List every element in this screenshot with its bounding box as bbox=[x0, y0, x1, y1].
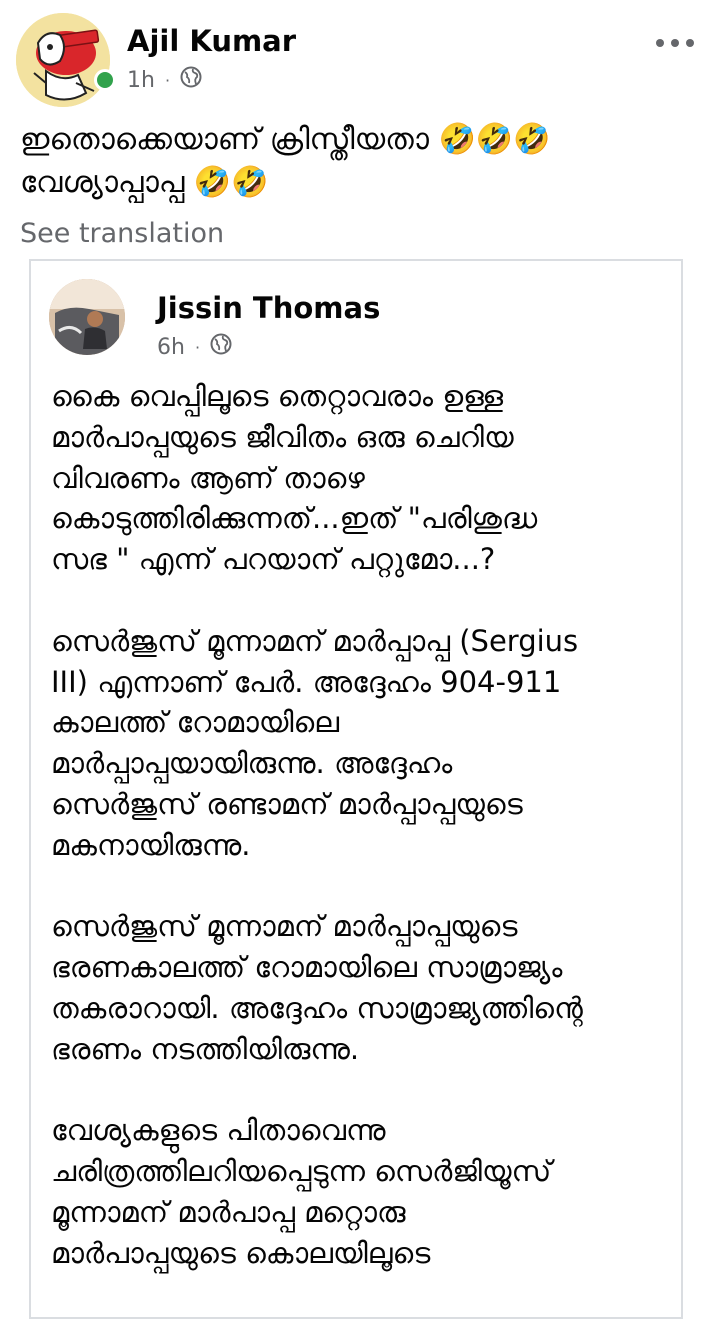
shared-post-body: കൈ വെപ്പിലൂടെ തെറ്റാവരാം ഉള്ള മാര്‍പാപ്പ… bbox=[51, 376, 671, 1314]
shared-text-line: സെര്‍ജുസ് മൂന്നാമന് മാര്‍പ്പാപ്പ (Sergiu… bbox=[51, 623, 579, 658]
avatar-image bbox=[49, 279, 125, 355]
shared-text-line: തകരാറായി. അദ്ദേഹം സാമ്രാജ്യത്തിന്റെ bbox=[51, 990, 583, 1025]
shared-paragraph: സെര്‍ജുസ് മൂന്നാമന് മാര്‍പ്പാപ്പ (Sergiu… bbox=[51, 621, 671, 866]
shared-text-line: ഭരണം നടത്തിയിരുന്നു. bbox=[51, 1031, 360, 1066]
more-options-icon bbox=[656, 39, 694, 47]
meta-separator: · bbox=[164, 70, 171, 90]
shared-text-line: സെര്‍ജുസ് മൂന്നാമന് മാര്‍പ്പാപ്പയുടെ bbox=[51, 909, 518, 944]
see-translation-link[interactable]: See translation bbox=[20, 218, 224, 249]
shared-text-line: സഭ " എന്ന് പറയാന് പറ്റുമോ...? bbox=[51, 542, 496, 577]
shared-text-line: മകനായിരുന്നു. bbox=[51, 827, 251, 862]
shared-paragraph: സെര്‍ജുസ് മൂന്നാമന് മാര്‍പ്പാപ്പയുടെ ഭരണ… bbox=[51, 906, 671, 1069]
shared-text-line: വിവരണം ആണ് താഴെ bbox=[51, 460, 365, 495]
shared-author-name[interactable]: Jissin Thomas bbox=[157, 291, 380, 325]
shared-post-card[interactable]: Jissin Thomas 6h · കൈ വെപ്പിലൂടെ തെറ്റാവ… bbox=[29, 259, 683, 1319]
shared-paragraph: വേശ്യകളുടെ പിതാവെന്നു ചരിത്രത്തിലറിയപ്പെ… bbox=[51, 1110, 671, 1273]
shared-text-line: കൊടുത്തിരിക്കുന്നത്...ഇത് "പരിശുദ്ധ bbox=[51, 501, 538, 536]
shared-text-line: മാര്‍പ്പാപ്പയായിരുന്നു. അദ്ദേഹം bbox=[51, 746, 453, 781]
shared-text-line: ഭരണകാലത്ത് റോമായിലെ സാമ്രാജ്യം bbox=[51, 950, 563, 985]
avatar-image bbox=[16, 13, 110, 107]
post-text-line: വേശ്യാപ്പാപ്പ 🤣🤣 bbox=[20, 165, 269, 200]
post-meta: 1h · bbox=[127, 66, 202, 94]
shared-post-timestamp[interactable]: 6h bbox=[157, 335, 185, 360]
avatar[interactable] bbox=[16, 13, 110, 107]
post-author-name[interactable]: Ajil Kumar bbox=[127, 24, 296, 58]
post-text: ഇതൊക്കെയാണ് ക്രിസ്തീയതാ 🤣🤣🤣 വേശ്യാപ്പാപ്… bbox=[20, 118, 690, 204]
shared-text-line: III) എന്നാണ് പേര്‍. അദ്ദേഹം 904-911 bbox=[51, 664, 562, 699]
shared-text-line: കൈ വെപ്പിലൂടെ തെറ്റാവരാം ഉള്ള bbox=[51, 379, 504, 413]
shared-paragraph: കൈ വെപ്പിലൂടെ തെറ്റാവരാം ഉള്ള മാര്‍പാപ്പ… bbox=[51, 376, 671, 580]
shared-text-line: കാലത്ത് റോമായിലെ bbox=[51, 705, 340, 740]
globe-icon bbox=[180, 66, 202, 94]
shared-post-meta: 6h · bbox=[157, 333, 232, 361]
shared-text-line: ചരിത്രത്തിലറിയപ്പെടുന്ന സെര്‍ജിയൂസ് bbox=[51, 1154, 552, 1189]
shared-text-line: സെര്‍ജുസ് രണ്ടാമന് മാര്‍പ്പാപ്പയുടെ bbox=[51, 786, 523, 821]
shared-text-line: മാര്‍പാപ്പയുടെ ജീവിതം ഒരു ചെറിയ bbox=[51, 419, 514, 454]
globe-icon bbox=[210, 333, 232, 361]
post-timestamp[interactable]: 1h bbox=[127, 68, 155, 93]
post-header: Ajil Kumar 1h · bbox=[0, 0, 711, 110]
shared-author-avatar[interactable] bbox=[49, 279, 125, 355]
post-text-line: ഇതൊക്കെയാണ് ക്രിസ്തീയതാ 🤣🤣🤣 bbox=[20, 122, 551, 157]
online-status-dot bbox=[94, 69, 116, 91]
shared-text-line: മാര്‍പാപ്പയുടെ കൊലയിലൂടെ bbox=[51, 1235, 431, 1270]
more-options-button[interactable] bbox=[655, 30, 695, 56]
meta-separator: · bbox=[194, 337, 201, 357]
shared-text-line: വേശ്യകളുടെ പിതാവെന്നു bbox=[51, 1113, 386, 1148]
shared-text-line: മൂന്നാമന് മാര്‍പാപ്പ മറ്റൊരു bbox=[51, 1194, 406, 1229]
